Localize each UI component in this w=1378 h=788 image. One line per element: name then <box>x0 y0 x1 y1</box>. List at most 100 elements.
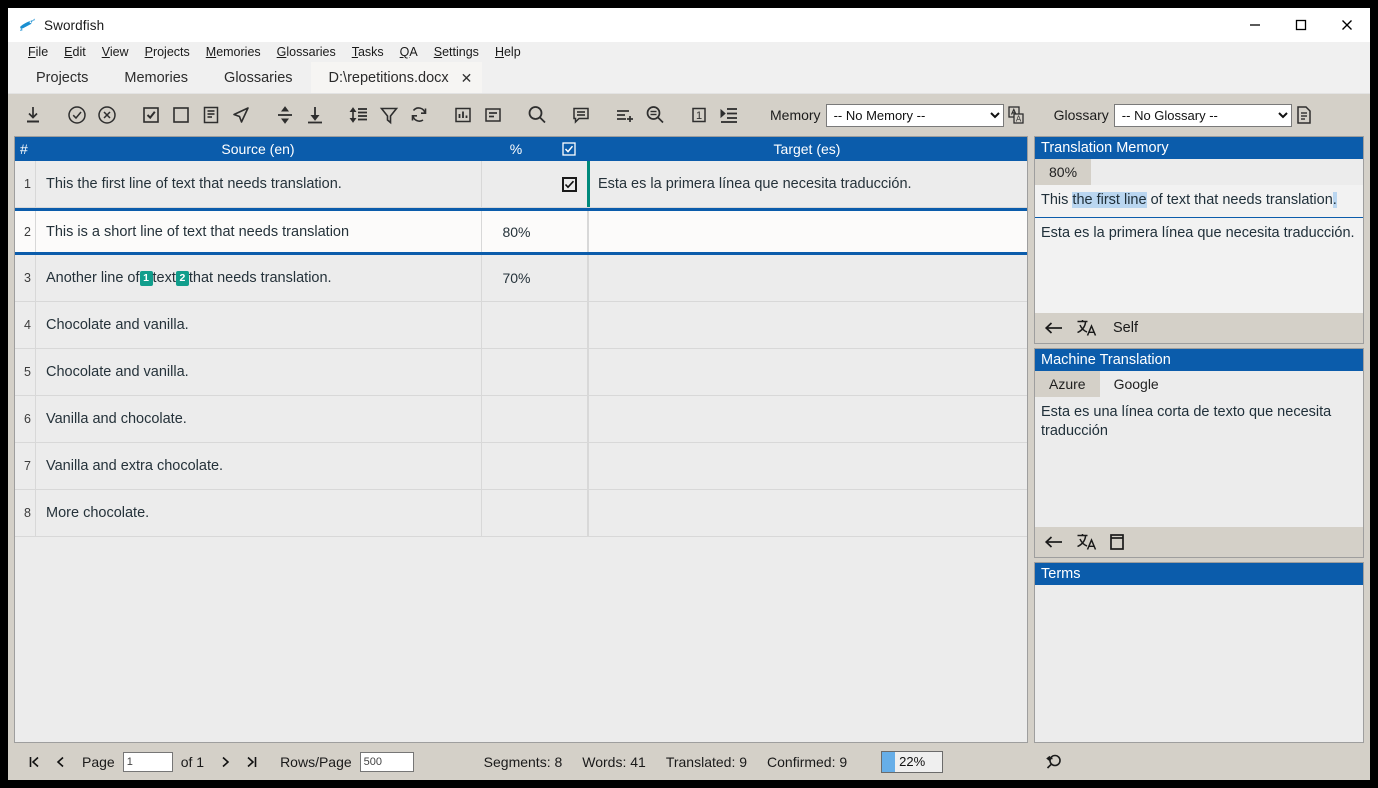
propagate-arrow-icon[interactable] <box>226 100 256 130</box>
row-target-text[interactable] <box>587 490 1027 536</box>
go-to-segment-icon[interactable]: 1 <box>684 100 714 130</box>
comment-list-icon[interactable] <box>566 100 596 130</box>
table-row[interactable]: 1 This the first line of text that needs… <box>15 161 1027 208</box>
table-row[interactable]: 5 Chocolate and vanilla. <box>15 349 1027 396</box>
mt-tab-azure[interactable]: Azure <box>1035 371 1100 397</box>
terms-title: Terms <box>1035 563 1363 585</box>
cancel-x-circle-icon[interactable] <box>92 100 122 130</box>
row-target-text[interactable] <box>587 443 1027 489</box>
table-row[interactable]: 3 Another line of 1text2 that needs tran… <box>15 255 1027 302</box>
row-source-text[interactable]: Another line of 1text2 that needs transl… <box>35 255 481 301</box>
row-target-text[interactable] <box>587 396 1027 442</box>
confirm-check-circle-icon[interactable] <box>62 100 92 130</box>
add-term-search-icon[interactable] <box>610 100 640 130</box>
unconfirm-segment-square-icon[interactable] <box>166 100 196 130</box>
row-source-text[interactable]: Chocolate and vanilla. <box>35 349 481 395</box>
menu-view[interactable]: View <box>94 42 137 62</box>
row-confirm-checkbox[interactable] <box>551 211 587 252</box>
page-input[interactable] <box>123 752 173 772</box>
column-header-percent[interactable]: % <box>481 141 551 157</box>
row-source-text[interactable]: This is a short line of text that needs … <box>35 211 481 252</box>
checkbox-header-icon[interactable] <box>551 142 587 156</box>
previous-page-icon[interactable] <box>48 749 74 775</box>
indent-list-icon[interactable] <box>714 100 744 130</box>
concordance-search-icon[interactable] <box>640 100 670 130</box>
row-target-text[interactable]: Esta es la primera línea que necesita tr… <box>587 161 1027 207</box>
tab-projects[interactable]: Projects <box>18 62 106 93</box>
row-confirm-checkbox[interactable] <box>551 490 587 536</box>
glossary-select[interactable]: -- No Glossary -- <box>1114 104 1292 127</box>
maximize-button[interactable] <box>1278 8 1324 42</box>
row-confirm-checkbox[interactable] <box>551 443 587 489</box>
segment-properties-icon[interactable] <box>196 100 226 130</box>
page-total-label: of 1 <box>181 754 204 770</box>
merge-segment-icon[interactable] <box>300 100 330 130</box>
table-row[interactable]: 2 This is a short line of text that need… <box>15 208 1027 255</box>
memory-select[interactable]: -- No Memory -- <box>826 104 1004 127</box>
menu-tasks[interactable]: Tasks <box>344 42 392 62</box>
mt-tab-google[interactable]: Google <box>1100 371 1173 397</box>
tab-glossaries[interactable]: Glossaries <box>206 62 311 93</box>
memory-apply-icon[interactable]: A <box>1004 100 1028 130</box>
save-download-icon[interactable] <box>18 100 48 130</box>
next-page-icon[interactable] <box>212 749 238 775</box>
row-target-text[interactable] <box>587 302 1027 348</box>
table-row[interactable]: 4 Chocolate and vanilla. <box>15 302 1027 349</box>
menu-projects[interactable]: Projects <box>137 42 198 62</box>
translate-icon[interactable] <box>1075 317 1099 339</box>
row-confirm-checkbox[interactable] <box>551 161 587 207</box>
table-row[interactable]: 7 Vanilla and extra chocolate. <box>15 443 1027 490</box>
menu-qa[interactable]: QA <box>392 42 426 62</box>
tab-close-icon[interactable]: ✕ <box>461 71 473 85</box>
menu-memories[interactable]: Memories <box>198 42 269 62</box>
insert-arrow-icon[interactable] <box>1043 318 1065 338</box>
inline-tag-1[interactable]: 1 <box>140 271 153 286</box>
confirm-segment-checkbox-icon[interactable] <box>136 100 166 130</box>
first-page-icon[interactable] <box>22 749 48 775</box>
sort-list-icon[interactable] <box>344 100 374 130</box>
tm-match-tab-80[interactable]: 80% <box>1035 159 1091 185</box>
minimize-button[interactable] <box>1232 8 1278 42</box>
row-source-text[interactable]: Chocolate and vanilla. <box>35 302 481 348</box>
table-row[interactable]: 8 More chocolate. <box>15 490 1027 537</box>
terms-list[interactable] <box>1035 585 1363 742</box>
replace-refresh-icon[interactable] <box>404 100 434 130</box>
row-target-text[interactable] <box>587 211 1027 252</box>
row-target-text[interactable] <box>587 255 1027 301</box>
insert-arrow-icon[interactable] <box>1043 532 1065 552</box>
split-segment-icon[interactable] <box>270 100 300 130</box>
close-button[interactable] <box>1324 8 1370 42</box>
menu-glossaries[interactable]: Glossaries <box>269 42 344 62</box>
copy-icon[interactable] <box>1107 532 1127 552</box>
row-source-text[interactable]: Vanilla and chocolate. <box>35 396 481 442</box>
table-row[interactable]: 6 Vanilla and chocolate. <box>15 396 1027 443</box>
statistics-chart-icon[interactable] <box>448 100 478 130</box>
search-magnifier-icon[interactable] <box>522 100 552 130</box>
term-search-icon[interactable] <box>1042 749 1068 775</box>
row-source-text[interactable]: Vanilla and extra chocolate. <box>35 443 481 489</box>
column-header-target[interactable]: Target (es) <box>587 141 1027 157</box>
notes-panel-icon[interactable] <box>478 100 508 130</box>
row-source-text[interactable]: This the first line of text that needs t… <box>35 161 481 207</box>
row-confirm-checkbox[interactable] <box>551 302 587 348</box>
filter-funnel-icon[interactable] <box>374 100 404 130</box>
menu-edit[interactable]: Edit <box>56 42 94 62</box>
last-page-icon[interactable] <box>238 749 264 775</box>
column-header-number[interactable]: # <box>15 141 35 157</box>
column-header-source[interactable]: Source (en) <box>35 141 481 157</box>
glossary-document-icon[interactable] <box>1292 100 1316 130</box>
tab-memories[interactable]: Memories <box>106 62 206 93</box>
menu-settings[interactable]: Settings <box>426 42 487 62</box>
tab-document[interactable]: D:\repetitions.docx ✕ <box>311 62 483 93</box>
row-confirm-checkbox[interactable] <box>551 396 587 442</box>
menu-help[interactable]: Help <box>487 42 529 62</box>
inline-tag-2[interactable]: 2 <box>176 271 189 286</box>
tm-source-highlight-end: . <box>1333 192 1337 208</box>
row-target-text[interactable] <box>587 349 1027 395</box>
row-source-text[interactable]: More chocolate. <box>35 490 481 536</box>
rows-per-page-input[interactable] <box>360 752 414 772</box>
row-confirm-checkbox[interactable] <box>551 255 587 301</box>
translate-icon[interactable] <box>1075 531 1099 553</box>
row-confirm-checkbox[interactable] <box>551 349 587 395</box>
menu-file[interactable]: File <box>20 42 56 62</box>
